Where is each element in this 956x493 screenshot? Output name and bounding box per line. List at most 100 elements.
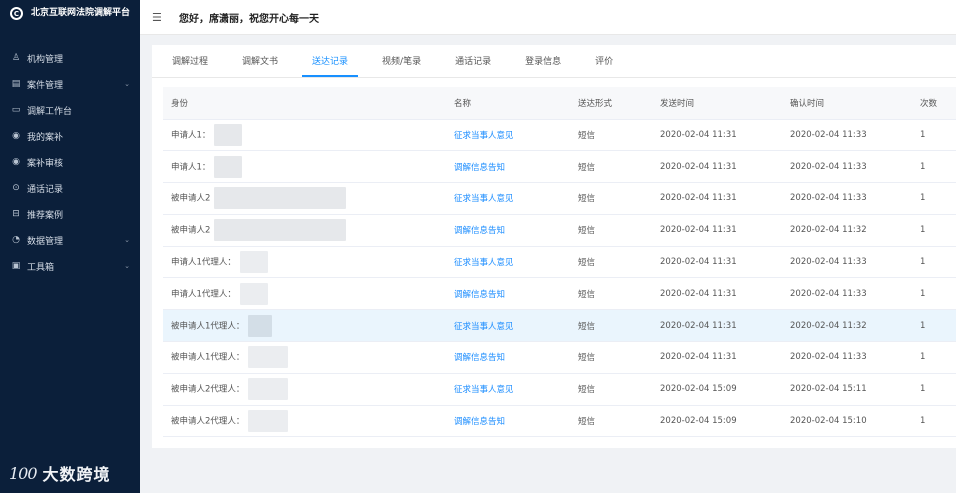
cell-name[interactable]: 征求当事人意见 [446, 246, 570, 279]
cell-name-text: 调解信息告知 [454, 162, 506, 173]
cell-form: 短信 [570, 246, 652, 279]
cell-form-text: 短信 [578, 130, 596, 141]
cell-sent-time: 2020-02-04 11:31 [652, 119, 782, 152]
column-header-form: 送达形式 [570, 87, 652, 120]
table-row: 申请人1： 征求当事人意见 短信 2020-02-04 11:31 2020-02-04… [163, 119, 956, 152]
cell-identity: 被申请人1代理人： [163, 309, 446, 343]
cell-sent-time: 2020-02-04 11:31 [652, 277, 782, 311]
sidebar-item-7[interactable]: ◔ 数据管理 ⌄ [0, 227, 140, 253]
cell-sent-time-text: 2020-02-04 11:31 [660, 257, 737, 268]
sidebar-item-3[interactable]: ◉ 我的案补 [0, 123, 140, 149]
sidebar-item-6[interactable]: ⊟ 推荐案例 [0, 201, 140, 227]
cell-confirm-time-text: 2020-02-04 11:32 [790, 225, 867, 236]
cell-name[interactable]: 征求当事人意见 [446, 373, 570, 406]
cell-identity-text: 申请人1代理人： [171, 257, 236, 268]
sidebar-item-0[interactable]: ♙ 机构管理 [0, 45, 140, 71]
cell-sent-time-text: 2020-02-04 15:09 [660, 384, 737, 395]
sidebar-item-label: 工具箱 [27, 262, 55, 273]
redacted-name-block [248, 410, 289, 433]
redacted-name-block [239, 282, 268, 305]
cell-identity-text: 被申请人2 [171, 193, 211, 204]
tab-0[interactable]: 调解过程 [172, 44, 208, 77]
sidebar-item-label: 调解工作台 [27, 106, 73, 117]
cell-form: 短信 [570, 119, 652, 152]
column-header-name: 名称 [446, 87, 570, 120]
cell-identity: 申请人1： [163, 119, 446, 152]
chevron-down-icon: ⌄ [124, 236, 130, 244]
cell-form-text: 短信 [578, 226, 596, 237]
cell-name-text: 征求当事人意见 [454, 194, 514, 205]
cell-name[interactable]: 调解信息告知 [446, 405, 570, 438]
cell-name[interactable]: 征求当事人意见 [446, 119, 570, 152]
cell-name-text: 调解信息告知 [454, 289, 506, 300]
cell-sent-time-text: 2020-02-04 11:31 [660, 320, 737, 331]
cell-identity-text: 被申请人2 [171, 225, 211, 236]
tab-1[interactable]: 调解文书 [242, 44, 278, 77]
lock-icon: ⊟ [12, 209, 20, 219]
column-header-sent-time: 发送时间 [652, 87, 782, 120]
table-row: 被申请人1代理人： 征求当事人意见 短信 2020-02-04 11:31 2020-0… [163, 309, 956, 343]
sidebar-item-label: 推荐案例 [27, 210, 64, 221]
cell-name[interactable]: 调解信息告知 [446, 214, 570, 247]
cell-identity: 被申请人2代理人： [163, 373, 446, 406]
cell-sent-time-text: 2020-02-04 11:31 [660, 225, 737, 236]
cell-form-text: 短信 [578, 162, 596, 173]
sidebar-item-5[interactable]: ⊙ 通话记录 [0, 175, 140, 201]
org-icon: ♙ [11, 53, 21, 63]
cell-form-text: 短信 [578, 258, 596, 269]
cell-name[interactable]: 调解信息告知 [446, 277, 570, 311]
brand-title: 北京互联网法院调解平台 [30, 8, 130, 18]
cell-confirm-time-text: 2020-02-04 11:33 [790, 352, 867, 363]
redacted-name-block [248, 346, 289, 369]
column-header-identity: 身份 [163, 87, 446, 120]
cell-confirm-time: 2020-02-04 11:33 [782, 277, 912, 311]
brand[interactable]: C 北京互联网法院调解平台 [0, 0, 140, 40]
cell-name-text: 征求当事人意见 [454, 321, 514, 332]
cell-name[interactable]: 调解信息告知 [446, 150, 570, 184]
cell-confirm-time: 2020-02-04 11:33 [782, 150, 912, 184]
menu-toggle-icon[interactable]: ☰ [152, 11, 166, 24]
cell-count: 1 [912, 309, 956, 343]
column-header-confirm-time: 确认时间 [782, 87, 912, 120]
tab-bar: 调解过程 调解文书 送达记录 视频/笔录 通话记录 登录信息 评价 [152, 45, 956, 78]
cell-form-text: 短信 [578, 289, 596, 300]
cell-sent-time-text: 2020-02-04 11:31 [660, 161, 737, 172]
cell-confirm-time-text: 2020-02-04 11:33 [790, 161, 867, 172]
footer-brand-text: 大数跨境 [42, 465, 111, 484]
sidebar-item-2[interactable]: ▭ 调解工作台 [0, 97, 140, 123]
cell-name-text: 征求当事人意见 [454, 130, 514, 141]
cell-name-text: 调解信息告知 [454, 226, 506, 237]
table-row: 被申请人2 调解信息告知 短信 2020-02-04 11:31 2020-02-04 … [163, 214, 956, 247]
sidebar-item-label: 案补审核 [27, 158, 64, 169]
cell-count: 1 [912, 405, 956, 438]
cell-form: 短信 [570, 341, 652, 374]
cell-form: 短信 [570, 182, 652, 215]
tab-3[interactable]: 视频/笔录 [382, 44, 421, 77]
sidebar-item-8[interactable]: ▣ 工具箱 ⌄ [0, 253, 140, 279]
sidebar-item-4[interactable]: ◉ 案补审核 [0, 149, 140, 175]
sidebar-footer: 100 大数跨境 [0, 453, 140, 493]
cell-sent-time-text: 2020-02-04 11:31 [660, 288, 737, 299]
cell-name[interactable]: 征求当事人意见 [446, 309, 570, 343]
tab-6[interactable]: 评价 [595, 44, 613, 77]
cell-name[interactable]: 调解信息告知 [446, 341, 570, 374]
cell-count-text: 1 [920, 288, 926, 299]
tab-4[interactable]: 通话记录 [455, 44, 491, 77]
cell-count: 1 [912, 150, 956, 184]
cell-sent-time: 2020-02-04 11:31 [652, 214, 782, 247]
tab-5[interactable]: 登录信息 [525, 44, 561, 77]
file-icon: ▤ [11, 79, 21, 89]
cell-name-text: 调解信息告知 [454, 353, 506, 364]
cell-sent-time: 2020-02-04 11:31 [652, 246, 782, 279]
sidebar-item-1[interactable]: ▤ 案件管理 ⌄ [0, 71, 140, 97]
cell-identity: 被申请人2 [163, 214, 446, 247]
tab-2[interactable]: 送达记录 [302, 45, 359, 77]
cell-confirm-time: 2020-02-04 11:33 [782, 182, 912, 215]
table-row: 申请人1代理人： 调解信息告知 短信 2020-02-04 11:31 2020-02-… [163, 277, 956, 311]
cell-sent-time: 2020-02-04 15:09 [652, 405, 782, 438]
cell-confirm-time-text: 2020-02-04 11:33 [790, 288, 867, 299]
cell-count: 1 [912, 277, 956, 311]
cell-confirm-time: 2020-02-04 11:33 [782, 119, 912, 152]
cell-form-text: 短信 [578, 321, 596, 332]
cell-name[interactable]: 征求当事人意见 [446, 182, 570, 215]
